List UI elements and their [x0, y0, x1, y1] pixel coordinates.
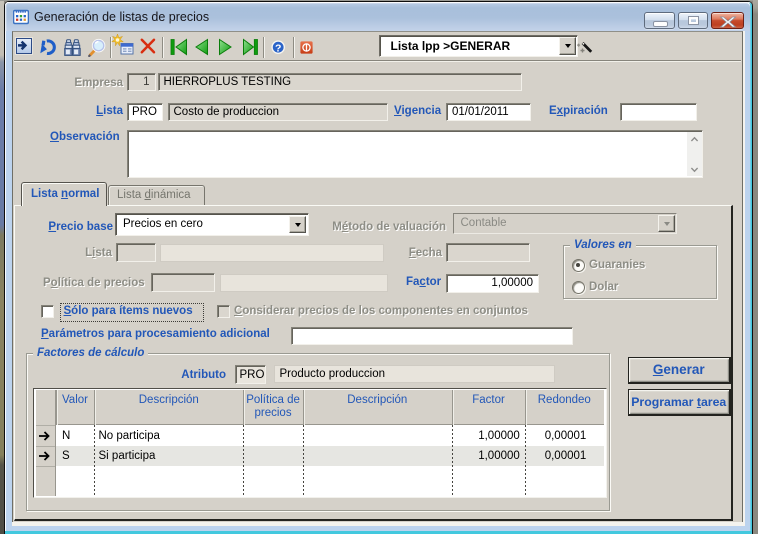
svg-text:?: ?: [274, 42, 280, 54]
